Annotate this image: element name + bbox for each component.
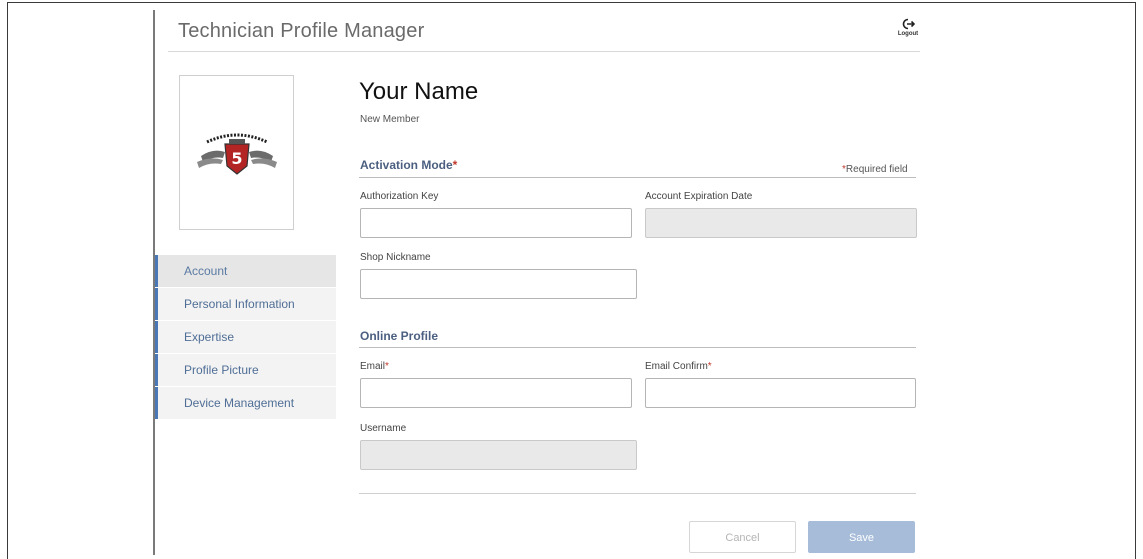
- member-status: New Member: [360, 114, 420, 125]
- email-confirm-label-wrap: Email Confirm*: [645, 361, 712, 372]
- header-divider: [168, 51, 920, 52]
- sidebar-item-device-management[interactable]: Device Management: [155, 387, 336, 419]
- sidebar-item-account[interactable]: Account: [155, 255, 336, 287]
- username-label: Username: [360, 423, 407, 434]
- email-confirm-label: Email Confirm: [645, 361, 708, 372]
- logout-icon: [902, 18, 915, 30]
- form-footer-divider: [359, 493, 916, 494]
- username-input: [360, 440, 637, 470]
- cancel-button[interactable]: Cancel: [689, 521, 796, 553]
- required-note-text: Required field: [845, 164, 908, 175]
- sidebar-item-profile-picture[interactable]: Profile Picture: [155, 354, 336, 386]
- logout-label: Logout: [897, 31, 919, 37]
- email-label: Email: [360, 361, 386, 372]
- required-field-note: *Required field: [842, 164, 908, 175]
- account-expiration-label: Account Expiration Date: [645, 191, 753, 202]
- activation-mode-title: Activation Mode: [360, 158, 453, 172]
- logout-button[interactable]: Logout: [893, 18, 923, 37]
- profile-picture: 5: [179, 75, 294, 230]
- authorization-key-label: Authorization Key: [360, 191, 439, 202]
- sidebar-item-expertise[interactable]: Expertise: [155, 321, 336, 353]
- online-profile-title: Online Profile: [360, 329, 439, 343]
- save-button[interactable]: Save: [808, 521, 915, 553]
- team-logo: 5: [197, 133, 277, 175]
- email-input[interactable]: [360, 378, 632, 408]
- authorization-key-input[interactable]: [360, 208, 632, 238]
- email-label-wrap: Email*: [360, 361, 389, 372]
- sidebar-nav: Account Personal Information Expertise P…: [155, 255, 336, 420]
- activation-mode-heading: Activation Mode*: [360, 158, 457, 172]
- sidebar-item-personal-information[interactable]: Personal Information: [155, 288, 336, 320]
- online-profile-divider: [359, 347, 916, 348]
- page-title: Technician Profile Manager: [178, 20, 425, 42]
- svg-text:5: 5: [231, 149, 242, 168]
- shop-nickname-label: Shop Nickname: [360, 252, 431, 263]
- activation-divider: [359, 177, 916, 178]
- account-expiration-input: [645, 208, 917, 238]
- shop-nickname-input[interactable]: [360, 269, 637, 299]
- email-confirm-input[interactable]: [645, 378, 916, 408]
- required-marker: *: [452, 158, 458, 172]
- profile-name: Your Name: [359, 78, 479, 105]
